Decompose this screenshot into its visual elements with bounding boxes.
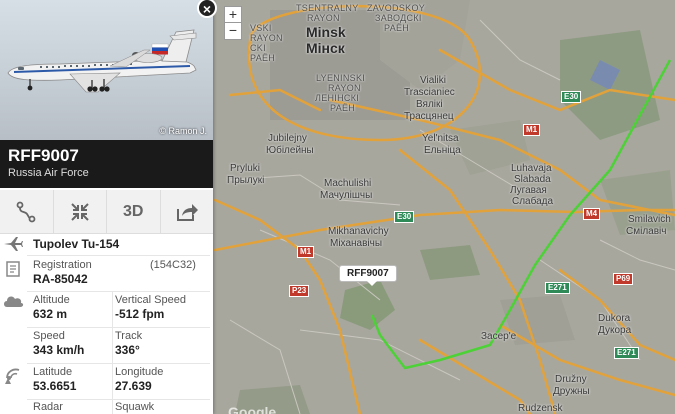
- map-label: Mikhanavichy: [328, 226, 389, 237]
- latitude-label: Latitude: [33, 366, 73, 378]
- panel-toolbar: 3D: [0, 190, 213, 234]
- map-label: Družny: [555, 374, 587, 385]
- aircraft-photo-image: [7, 29, 197, 93]
- map-label: Vialiki: [420, 75, 446, 86]
- map-label: ZAVODSKOY: [367, 3, 426, 13]
- map-label: Ельніца: [424, 145, 461, 156]
- flight-details: Tupolev Tu-154 Registration (154C32) RA-…: [0, 234, 213, 414]
- map-label: Лугавая: [510, 185, 547, 196]
- map-label: Slabada: [514, 174, 551, 185]
- map-label: Smilavich: [628, 214, 671, 225]
- hex-code: (154C32): [150, 259, 196, 271]
- city-label-minsk-ru: Мінск: [306, 40, 345, 56]
- map-label: RAYON: [250, 33, 283, 43]
- radar-icon: [0, 366, 26, 386]
- vertical-speed-value: -512 fpm: [115, 307, 165, 321]
- map-label: Міханавічы: [330, 238, 383, 249]
- road-shield: E271: [545, 282, 570, 294]
- registration-label: Registration: [33, 259, 92, 271]
- column-divider: [112, 292, 113, 414]
- aircraft-type: Tupolev Tu-154: [33, 237, 120, 251]
- radar-label: Radar: [33, 401, 63, 413]
- map-label: Прылукі: [227, 175, 265, 186]
- longitude-value: 27.639: [115, 379, 152, 393]
- weather-cloud-icon: [0, 292, 26, 308]
- map-label: Слабада: [512, 196, 554, 207]
- map-label: Смілавіч: [626, 226, 667, 237]
- road-shield: P23: [289, 285, 310, 297]
- route-button[interactable]: [0, 190, 54, 233]
- map-label: LYENINSKI: [316, 73, 366, 83]
- road-shield: M4: [583, 208, 601, 220]
- longitude-label: Longitude: [115, 366, 164, 378]
- road-shield: E30: [561, 91, 582, 103]
- share-icon: [176, 203, 198, 221]
- aircraft-callsign-tag[interactable]: RFF9007: [339, 265, 397, 286]
- map-label: ЛЕНІНСКІ: [315, 93, 360, 103]
- route-icon: [16, 201, 36, 222]
- aircraft-photo[interactable]: © Ramon J.: [0, 0, 213, 140]
- view-3d-label: 3D: [123, 202, 144, 220]
- flight-title-bar: RFF9007 Russia Air Force: [0, 140, 213, 188]
- map-label: TSENTRALNY: [296, 3, 359, 13]
- altitude-label: Altitude: [33, 294, 70, 306]
- map-label: Rudzensk: [518, 403, 563, 414]
- track-value: 336°: [115, 343, 140, 357]
- map-label: РАЁН: [250, 53, 276, 63]
- map-label: Pryluki: [230, 163, 261, 174]
- road-shield: M1: [523, 124, 541, 136]
- map-label: Дукора: [598, 325, 632, 336]
- squawk-label: Squawk: [115, 401, 155, 413]
- map-label: Вялікі: [416, 99, 443, 110]
- map-label: Дружны: [553, 386, 590, 397]
- track-label: Track: [115, 330, 143, 342]
- map-label: ЗАВОДСКІ: [375, 13, 422, 23]
- share-button[interactable]: [161, 190, 214, 233]
- map-label: Трасцянец: [404, 111, 454, 122]
- center-aircraft-button[interactable]: [54, 190, 107, 233]
- map-label: Yel'nitsa: [422, 133, 459, 144]
- flight-info-panel: © Ramon J. × RFF9007 Russia Air Force 3D…: [0, 0, 217, 414]
- map-label: VSKI: [250, 23, 272, 33]
- airline-name: Russia Air Force: [8, 167, 89, 179]
- road-shield: P69: [613, 273, 634, 285]
- view-3d-button[interactable]: 3D: [107, 190, 161, 233]
- altitude-value: 632 m: [33, 307, 68, 321]
- registration-value: RA-85042: [33, 272, 88, 286]
- map-label: РАЁН: [384, 23, 410, 33]
- zoom-out-button[interactable]: −: [224, 22, 242, 40]
- latitude-value: 53.6651: [33, 379, 77, 393]
- aircraft-icon: [0, 236, 26, 252]
- map-label: Мачулішчы: [320, 190, 373, 201]
- road-shield: E271: [614, 347, 639, 359]
- map-label: Dukora: [598, 313, 631, 324]
- map-label: Luhavaja: [511, 163, 552, 174]
- map-label: RAYON: [307, 13, 340, 23]
- speed-label: Speed: [33, 330, 65, 342]
- map-label: Юбілейны: [266, 145, 314, 156]
- speed-value: 343 km/h: [33, 343, 85, 357]
- collapse-arrows-icon: [71, 202, 89, 221]
- map-label: Trascianiec: [404, 87, 455, 98]
- vertical-speed-label: Vertical Speed: [115, 294, 186, 306]
- photo-credit: © Ramon J.: [159, 126, 207, 136]
- info-icon: [0, 260, 26, 278]
- road-shield: E30: [394, 211, 415, 223]
- map-label: Machulishi: [324, 178, 372, 189]
- map-label: Засер'е: [481, 331, 517, 342]
- map-label: Jubilejny: [268, 133, 307, 144]
- city-label-minsk-en: Minsk: [306, 24, 346, 40]
- map-label: CKI: [250, 43, 266, 53]
- road-shield: M1: [297, 246, 315, 258]
- map-label: RAYON: [328, 83, 361, 93]
- flight-tracker-screen: TSENTRALNY RAYON ZAVODSKOY ЗАВОДСКІ РАЁН…: [0, 0, 675, 414]
- flight-callsign: RFF9007: [8, 146, 79, 165]
- map-watermark: Google: [228, 404, 277, 414]
- map-label: РАЁН: [330, 103, 356, 113]
